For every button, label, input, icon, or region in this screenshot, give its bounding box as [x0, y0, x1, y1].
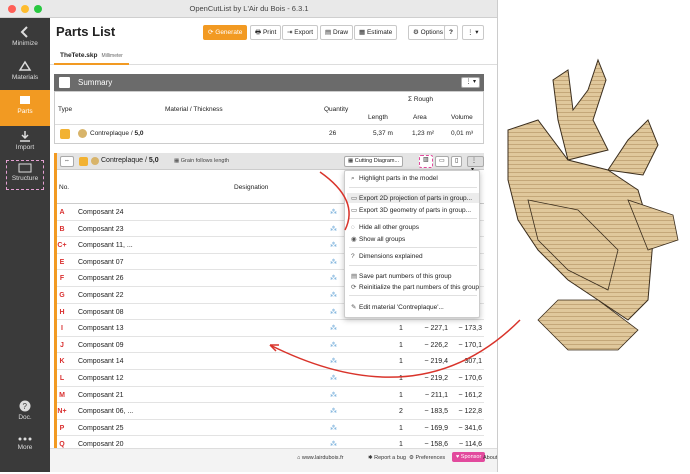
arrow-to-table — [269, 319, 521, 378]
annotation-arrows — [269, 171, 521, 378]
arrow-to-menu — [319, 171, 350, 231]
